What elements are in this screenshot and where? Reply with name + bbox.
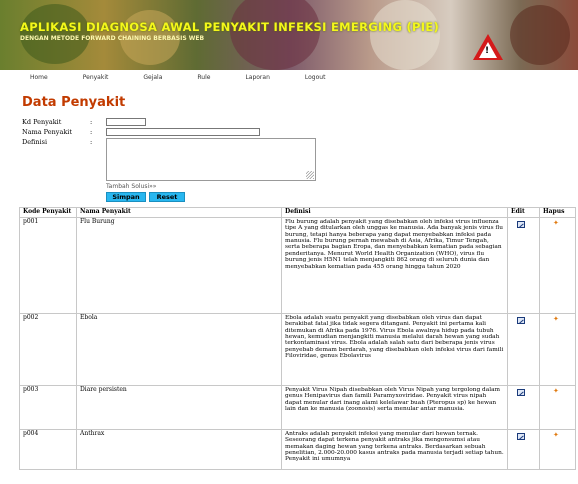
cell-kode: p001 bbox=[19, 216, 77, 314]
cell-edit bbox=[507, 384, 540, 430]
header-edit: Edit bbox=[507, 207, 540, 218]
nav-penyakit[interactable]: Penyakit bbox=[83, 74, 109, 81]
cell-kode: p003 bbox=[19, 384, 77, 430]
banner-image-person-mask bbox=[370, 0, 440, 70]
nama-penyakit-label: Nama Penyakit bbox=[22, 128, 72, 136]
cell-hapus: ✦ bbox=[539, 216, 576, 314]
table-header-row: Kode Penyakit Nama Penyakit Definisi Edi… bbox=[19, 207, 576, 218]
cell-definisi: Flu burung adalah penyakit yang disebabk… bbox=[281, 216, 508, 314]
edit-icon[interactable] bbox=[517, 432, 525, 440]
header-definisi: Definisi bbox=[281, 207, 508, 218]
cell-nama: Flu Burung bbox=[76, 216, 282, 314]
header-nama: Nama Penyakit bbox=[76, 207, 282, 218]
cell-hapus: ✦ bbox=[539, 384, 576, 430]
nav-logout[interactable]: Logout bbox=[305, 74, 326, 81]
edit-icon[interactable] bbox=[517, 388, 525, 396]
cell-edit bbox=[507, 216, 540, 314]
table-row: p003 Diare persisten Penyakit Virus Nipa… bbox=[19, 384, 576, 430]
cell-nama: Diare persisten bbox=[76, 384, 282, 430]
delete-icon[interactable]: ✦ bbox=[553, 387, 559, 395]
cell-nama: Anthrax bbox=[76, 428, 282, 470]
cell-definisi: Ebola adalah suatu penyakit yang disebab… bbox=[281, 312, 508, 386]
kd-penyakit-label: Kd Penyakit bbox=[22, 118, 62, 126]
delete-icon[interactable]: ✦ bbox=[553, 315, 559, 323]
banner-image-bird bbox=[20, 4, 90, 64]
penyakit-table: Kode Penyakit Nama Penyakit Definisi Edi… bbox=[19, 207, 576, 470]
kd-penyakit-input[interactable] bbox=[106, 118, 146, 126]
nama-penyakit-input[interactable] bbox=[106, 128, 260, 136]
cell-nama: Ebola bbox=[76, 312, 282, 386]
cell-edit bbox=[507, 312, 540, 386]
table-row: p004 Anthrax Antraks adalah penyakit inf… bbox=[19, 428, 576, 470]
main-nav: Home Penyakit Gejala Rule Laporan Logout bbox=[0, 70, 578, 84]
cell-kode: p004 bbox=[19, 428, 77, 470]
cell-definisi: Penyakit Virus Nipah disebabkan oleh Vir… bbox=[281, 384, 508, 430]
cell-hapus: ✦ bbox=[539, 312, 576, 386]
cell-hapus: ✦ bbox=[539, 428, 576, 470]
tambah-solusi-link[interactable]: Tambah Solusi»» bbox=[106, 183, 156, 190]
definisi-label: Definisi bbox=[22, 138, 48, 146]
simpan-button[interactable]: Simpan bbox=[106, 192, 146, 202]
delete-icon[interactable]: ✦ bbox=[553, 219, 559, 227]
header-hapus: Hapus bbox=[539, 207, 576, 218]
header-banner: APLIKASI DIAGNOSA AWAL PENYAKIT INFEKSI … bbox=[0, 0, 578, 70]
app-title: APLIKASI DIAGNOSA AWAL PENYAKIT INFEKSI … bbox=[20, 20, 440, 34]
definisi-textarea[interactable] bbox=[106, 138, 316, 181]
table-row: p002 Ebola Ebola adalah suatu penyakit y… bbox=[19, 312, 576, 386]
edit-icon[interactable] bbox=[517, 316, 525, 324]
banner-image-virus bbox=[230, 0, 320, 70]
banner-image-rooster bbox=[510, 5, 570, 65]
nav-home[interactable]: Home bbox=[30, 74, 48, 81]
cell-kode: p002 bbox=[19, 312, 77, 386]
cell-edit bbox=[507, 428, 540, 470]
cell-definisi: Antraks adalah penyakit infeksi yang men… bbox=[281, 428, 508, 470]
delete-icon[interactable]: ✦ bbox=[553, 431, 559, 439]
nav-rule[interactable]: Rule bbox=[197, 74, 210, 81]
resize-grip-icon[interactable] bbox=[306, 171, 314, 179]
table-row: p001 Flu Burung Flu burung adalah penyak… bbox=[19, 216, 576, 314]
reset-button[interactable]: Reset bbox=[149, 192, 185, 202]
header-kode: Kode Penyakit bbox=[19, 207, 77, 218]
edit-icon[interactable] bbox=[517, 220, 525, 228]
nav-gejala[interactable]: Gejala bbox=[143, 74, 162, 81]
app-subtitle: DENGAN METODE FORWARD CHAINING BERBASIS … bbox=[20, 35, 205, 42]
nav-laporan[interactable]: Laporan bbox=[245, 74, 269, 81]
page-title: Data Penyakit bbox=[22, 95, 126, 110]
